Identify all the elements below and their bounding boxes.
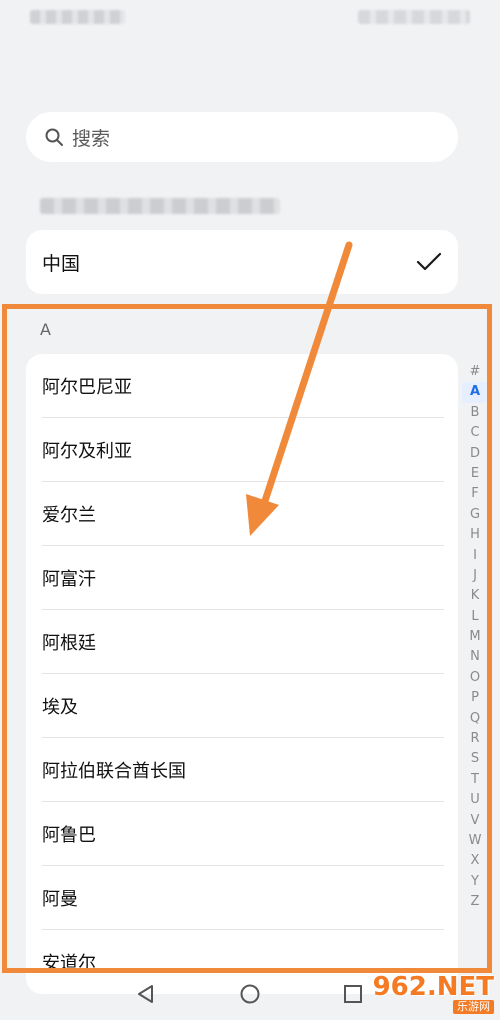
check-icon <box>416 250 442 274</box>
watermark-logo: 962.NET 乐游网 <box>356 972 494 1016</box>
nav-back-icon[interactable] <box>135 983 157 1009</box>
nav-home-icon[interactable] <box>239 983 261 1009</box>
status-bar-right-blurred <box>358 10 470 24</box>
status-bar-left-blurred <box>30 10 125 24</box>
current-region-item[interactable]: 中国 <box>26 230 458 294</box>
current-region-caption-blurred <box>40 198 280 214</box>
watermark-main: 962.NET <box>372 972 494 1002</box>
search-placeholder: 搜索 <box>72 127 111 150</box>
search-box[interactable]: 搜索 <box>26 112 458 162</box>
status-bar <box>0 0 500 40</box>
current-region-label: 中国 <box>42 252 81 275</box>
annotation-highlight-frame <box>2 304 492 973</box>
watermark-sub: 乐游网 <box>453 1000 494 1014</box>
search-icon <box>44 127 64 147</box>
